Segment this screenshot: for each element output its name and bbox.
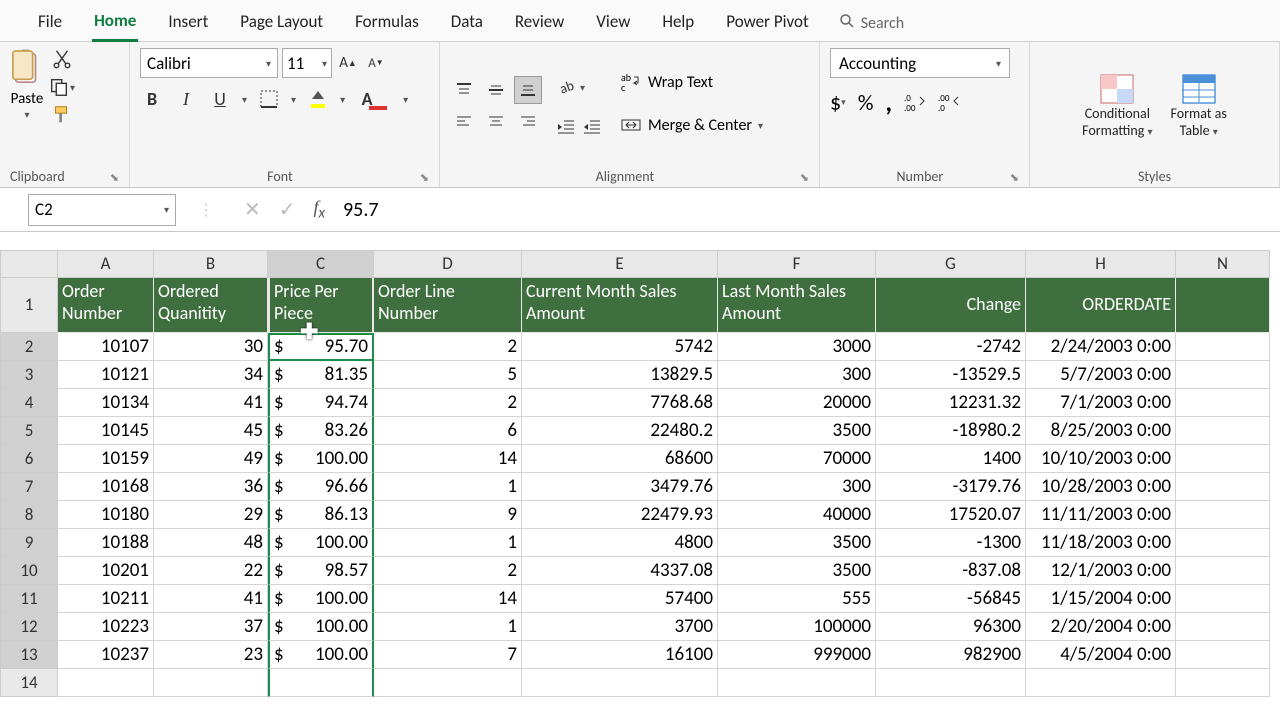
svg-text:.00: .00 (904, 103, 916, 113)
svg-text:ab: ab (557, 76, 576, 97)
paste-button[interactable]: Paste ▾ (10, 48, 44, 121)
merge-center-button[interactable]: Merge & Center ▾ (620, 114, 763, 136)
col-header-F[interactable]: F (718, 250, 876, 278)
menu-bar: File Home Insert Page Layout Formulas Da… (0, 0, 1280, 42)
font-name-combo[interactable]: Calibri▾ (140, 48, 278, 78)
table-row: 81018029$86.13922479.934000017520.0711/1… (0, 501, 1280, 529)
table-row: 91018848$100.00148003500-130011/18/2003 … (0, 529, 1280, 557)
tab-home[interactable]: Home (92, 6, 138, 42)
table-row: 14 (0, 669, 1280, 697)
font-launcher-icon[interactable]: ⬊ (420, 171, 429, 184)
tab-help[interactable]: Help (660, 7, 696, 40)
tab-formulas[interactable]: Formulas (353, 7, 421, 40)
tab-data[interactable]: Data (449, 7, 485, 40)
col-header-E[interactable]: E (522, 250, 718, 278)
align-bottom-button[interactable] (514, 76, 542, 104)
tab-insert[interactable]: Insert (166, 7, 210, 40)
table-row: 1 Order Number Ordered Quanitity Price P… (0, 278, 1280, 333)
paste-dropdown-icon: ▾ (24, 108, 29, 121)
col-header-C[interactable]: C (268, 250, 374, 278)
align-top-button[interactable] (450, 76, 478, 104)
number-format-combo[interactable]: Accounting▾ (830, 48, 1010, 78)
worksheet-grid[interactable]: A B C D E F G H N 1 Order Number Ordered… (0, 250, 1280, 697)
bold-button[interactable]: B (140, 86, 164, 112)
tab-page-layout[interactable]: Page Layout (238, 7, 325, 40)
format-painter-button[interactable] (48, 104, 75, 126)
decrease-indent-button[interactable] (556, 117, 576, 137)
col-header-D[interactable]: D (374, 250, 522, 278)
clipboard-launcher-icon[interactable]: ⬊ (110, 171, 119, 184)
accounting-format-button[interactable]: $ ▾ (830, 89, 846, 116)
decrease-decimal-button[interactable]: .00.0 (938, 91, 960, 113)
decrease-font-button[interactable]: A▼ (364, 50, 388, 76)
tab-file[interactable]: File (36, 7, 64, 40)
col-header-G[interactable]: G (876, 250, 1026, 278)
increase-font-button[interactable]: A▲ (336, 50, 360, 76)
col-header-A[interactable]: A (58, 250, 154, 278)
cancel-formula-button[interactable]: ✕ (244, 197, 261, 222)
table-row: 61015949$100.00146860070000140010/10/200… (0, 445, 1280, 473)
table-row: 41013441$94.7427768.682000012231.327/1/2… (0, 389, 1280, 417)
orientation-button[interactable]: ab▾ (556, 76, 585, 100)
align-middle-button[interactable] (482, 76, 510, 104)
group-styles: Conditional Formatting ▾ Format as Table… (1030, 42, 1280, 187)
conditional-formatting-icon (1099, 73, 1135, 105)
tab-view[interactable]: View (594, 7, 632, 40)
select-all-corner[interactable] (0, 250, 58, 278)
group-font: Calibri▾ 11▾ A▲ A▼ B I U▾ ▾ ▾ A▾ Font⬊ (130, 42, 440, 187)
fx-icon[interactable]: fx (314, 197, 326, 223)
search-icon (839, 13, 855, 34)
enter-formula-button[interactable]: ✓ (279, 197, 296, 222)
table-row: 131023723$100.007161009990009829004/5/20… (0, 641, 1280, 669)
table-row: 111021141$100.001457400555-568451/15/200… (0, 585, 1280, 613)
svg-text:.0: .0 (938, 103, 945, 113)
tab-review[interactable]: Review (513, 7, 566, 40)
table-row: 121022337$100.0013700100000963002/20/200… (0, 613, 1280, 641)
name-box[interactable]: C2▾ (28, 194, 176, 226)
formula-bar: C2▾ ⋮ ✕ ✓ fx 95.7 (0, 188, 1280, 232)
table-row: 101020122$98.5724337.083500-837.0812/1/2… (0, 557, 1280, 585)
search-box[interactable]: Search (839, 13, 905, 34)
underline-button[interactable]: U (208, 86, 232, 112)
increase-indent-button[interactable] (582, 117, 602, 137)
cut-button[interactable] (48, 48, 75, 70)
format-as-table-icon (1181, 73, 1217, 105)
borders-button[interactable] (257, 86, 281, 112)
format-as-table-button[interactable]: Format as Table ▾ (1171, 73, 1227, 139)
table-row: 31012134$81.35513829.5300-13529.55/7/200… (0, 361, 1280, 389)
fill-color-button[interactable] (306, 86, 330, 112)
table-row: 51014545$83.26622480.23500-18980.28/25/2… (0, 417, 1280, 445)
conditional-formatting-button[interactable]: Conditional Formatting ▾ (1082, 73, 1152, 139)
table-row: 21010730$95.70257423000-27422/24/2003 0:… (0, 333, 1280, 361)
col-header-N[interactable]: N (1176, 250, 1270, 278)
tab-power-pivot[interactable]: Power Pivot (724, 7, 810, 40)
ribbon: Paste ▾ ▾ Clipboard⬊ Calibri▾ 11▾ A▲ A▼ … (0, 42, 1280, 188)
group-clipboard: Paste ▾ ▾ Clipboard⬊ (0, 42, 130, 187)
copy-button[interactable]: ▾ (48, 76, 75, 98)
table-row: 71016836$96.6613479.76300-3179.7610/28/2… (0, 473, 1280, 501)
number-launcher-icon[interactable]: ⬊ (1010, 171, 1019, 184)
italic-button[interactable]: I (174, 86, 198, 112)
alignment-launcher-icon[interactable]: ⬊ (800, 171, 809, 184)
wrap-text-button[interactable]: abcWrap Text (620, 71, 713, 93)
align-right-button[interactable] (514, 108, 542, 136)
group-number: Accounting▾ $ ▾ % , .0.00 .00.0 Number⬊ (820, 42, 1030, 187)
align-left-button[interactable] (450, 108, 478, 136)
font-size-combo[interactable]: 11▾ (282, 48, 332, 78)
percent-button[interactable]: % (858, 89, 874, 116)
col-header-B[interactable]: B (154, 250, 268, 278)
group-alignment: ab▾ abcWrap Text Merge & Center ▾ Alignm… (440, 42, 820, 187)
comma-button[interactable]: , (885, 86, 892, 118)
align-center-button[interactable] (482, 108, 510, 136)
formula-input[interactable]: 95.7 (343, 198, 378, 222)
increase-decimal-button[interactable]: .0.00 (904, 91, 926, 113)
col-header-H[interactable]: H (1026, 250, 1176, 278)
